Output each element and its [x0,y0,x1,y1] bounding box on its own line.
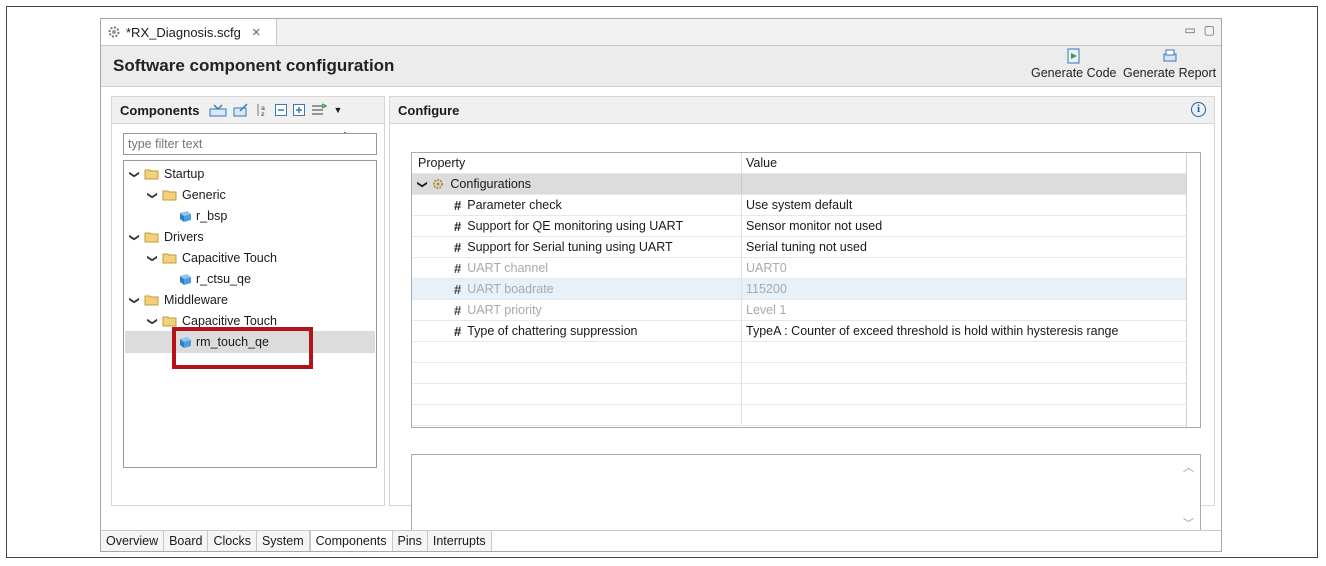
components-header: Components az ▼ [111,96,385,124]
configure-panel: Configure i Property Value ❯ Configurati… [389,96,1215,546]
gear-icon [433,179,444,189]
tab-components[interactable]: Components [309,531,393,551]
generate-code-button[interactable]: Generate Code [1031,48,1116,80]
tab-system[interactable]: System [256,531,310,551]
chevron-down-icon[interactable]: ❯ [147,189,158,201]
configure-header: Configure i [389,96,1215,124]
hash-icon: # [454,302,462,318]
components-panel: Components az ▼ ❯ Startup [111,96,385,506]
empty-row [412,342,1186,363]
filter-input[interactable] [123,133,377,155]
column-divider [1186,153,1187,427]
folder-icon [144,295,159,306]
expand-all-icon[interactable] [293,104,306,116]
tab-board[interactable]: Board [164,531,209,551]
hash-icon: # [454,323,462,339]
component-tree: ❯ Startup ❯ Generic r_bsp ❯ Drivers ❯ Ca… [123,160,377,468]
folder-icon [144,169,159,180]
tree-node-r-ctsu-qe[interactable]: r_ctsu_qe [178,269,251,289]
add-component-icon[interactable] [209,103,227,117]
group-row-configurations[interactable]: ❯ Configurations [412,174,1186,195]
table-row[interactable]: # Parameter check Use system default [412,195,1186,216]
empty-row [412,384,1186,405]
chevron-down-icon[interactable]: ❯ [129,231,140,243]
table-row[interactable]: # Type of chattering suppression TypeA : … [412,321,1186,342]
scroll-up-icon[interactable]: ︿ [1183,459,1194,475]
table-row: # UART channel UART0 [412,258,1186,279]
chevron-down-icon[interactable]: ❯ [147,315,158,327]
svg-text:z: z [261,111,265,117]
editor-tab-title: *RX_Diagnosis.scfg [126,24,241,40]
highlight-box [172,327,313,369]
generate-code-icon [1067,48,1080,64]
collapse-all-icon[interactable] [275,104,288,116]
scroll-down-icon[interactable]: ﹀ [1183,515,1194,531]
page-header: Software component configuration Generat… [101,46,1221,87]
tab-pins[interactable]: Pins [392,531,428,551]
chevron-down-icon[interactable]: ❯ [129,168,140,180]
gear-icon [108,26,120,38]
property-table: Property Value ❯ Configurations # Paramet… [411,152,1201,428]
table-row: # UART boadrate 115200 [412,279,1186,300]
column-header-value[interactable]: Value [746,153,777,173]
generate-report-icon [1163,49,1177,62]
chevron-down-icon[interactable]: ❯ [129,294,140,306]
page-title: Software component configuration [113,56,395,75]
chevron-down-icon[interactable]: ▼ [333,105,342,115]
hash-icon: # [454,260,462,276]
chevron-down-icon[interactable]: ❯ [147,252,158,264]
minimize-icon[interactable]: ▭ [1184,23,1195,37]
folder-icon [144,232,159,243]
configure-title: Configure [398,102,460,118]
tab-interrupts[interactable]: Interrupts [427,531,492,551]
empty-row [412,363,1186,384]
column-header-property[interactable]: Property [412,153,742,173]
info-icon[interactable]: i [1191,102,1206,117]
hash-icon: # [454,281,462,297]
component-icon [180,210,191,222]
hash-icon: # [454,239,462,255]
view-menu-icon[interactable] [311,103,328,117]
component-icon [180,273,191,285]
folder-icon [162,316,177,327]
chevron-down-icon[interactable]: ❯ [417,180,428,188]
maximize-icon[interactable]: ▢ [1204,23,1215,37]
tab-clocks[interactable]: Clocks [208,531,257,551]
hash-icon: # [454,218,462,234]
tree-node-startup[interactable]: ❯ Startup [128,164,205,184]
table-row[interactable]: # Support for QE monitoring using UART Se… [412,216,1186,237]
tab-overview[interactable]: Overview [101,531,165,551]
tree-node-capacitive-touch-drivers[interactable]: ❯ Capacitive Touch [146,248,277,268]
export-icon[interactable] [233,103,249,117]
components-title: Components [120,102,200,118]
table-header-row: Property Value [412,153,1186,174]
folder-icon [162,190,177,201]
editor-window: *RX_Diagnosis.scfg × ▭ ▢ Software compon… [100,18,1222,552]
tree-node-r-bsp[interactable]: r_bsp [178,206,227,226]
tree-node-generic[interactable]: ❯ Generic [146,185,226,205]
folder-icon [162,253,177,264]
generate-report-button[interactable]: Generate Report [1123,48,1216,80]
tree-node-middleware[interactable]: ❯ Middleware [128,290,228,310]
hash-icon: # [454,197,462,213]
editor-tab[interactable]: *RX_Diagnosis.scfg × [101,19,277,45]
table-row: # UART priority Level 1 [412,300,1186,321]
close-icon[interactable]: × [252,24,261,41]
bottom-tab-bar: Overview Board Clocks System Components … [101,530,1221,551]
table-row[interactable]: # Support for Serial tuning using UART Se… [412,237,1186,258]
empty-row [412,405,1186,426]
tree-node-drivers[interactable]: ❯ Drivers [128,227,204,247]
editor-tab-bar: *RX_Diagnosis.scfg × ▭ ▢ [101,19,1221,46]
sort-icon[interactable]: az [255,103,269,117]
